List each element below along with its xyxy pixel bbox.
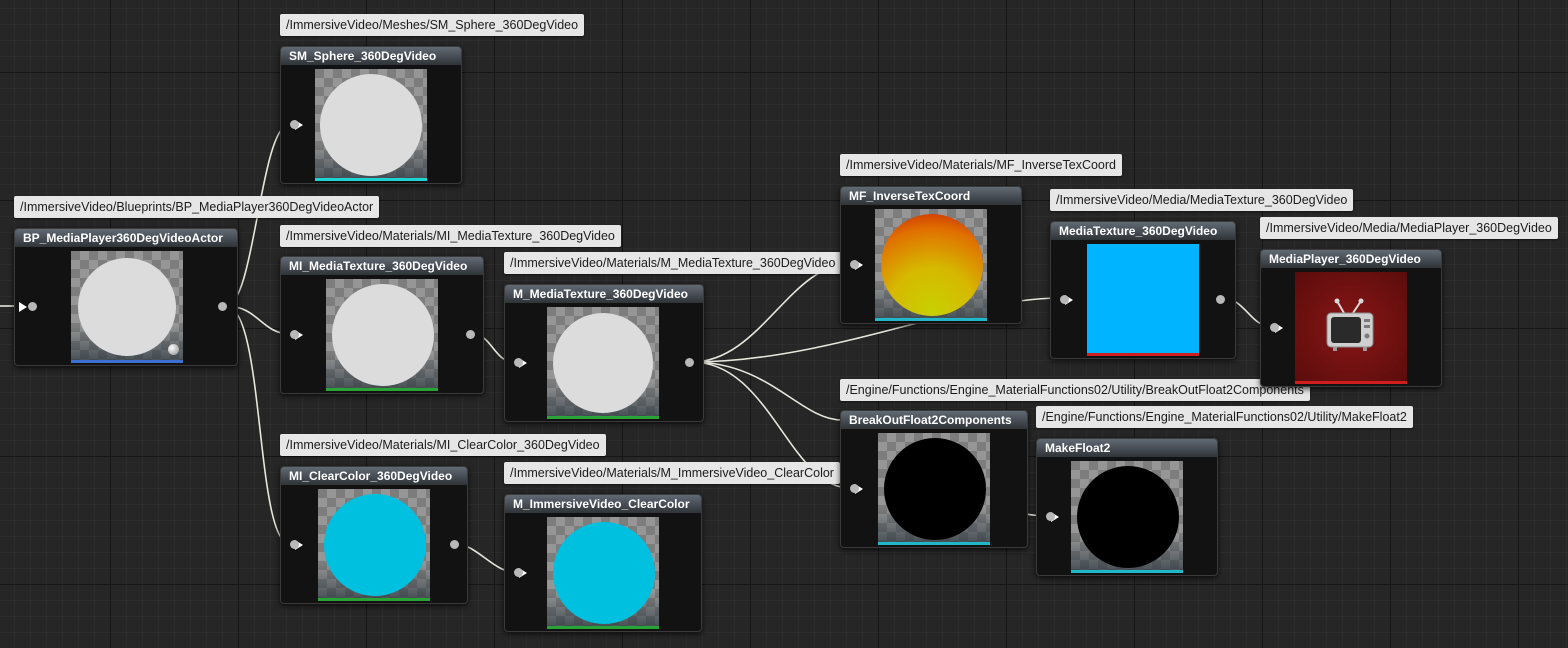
- asset-type-bar: [315, 178, 427, 181]
- asset-type-bar: [547, 626, 659, 629]
- asset-thumbnail: [547, 307, 659, 419]
- path-label-bp: /ImmersiveVideo/Blueprints/BP_MediaPlaye…: [14, 196, 380, 218]
- input-pin[interactable]: [290, 330, 299, 339]
- node-mediaplayer[interactable]: MediaPlayer_360DegVideo: [1260, 249, 1442, 387]
- output-pin[interactable]: [466, 330, 475, 339]
- tv-icon: [1326, 298, 1374, 351]
- node-bp-mediaplayer-actor[interactable]: BP_MediaPlayer360DegVideoActor: [14, 228, 238, 366]
- path-label-mi-clearcolor: /ImmersiveVideo/Materials/MI_ClearColor_…: [280, 434, 606, 456]
- path-label-sm: /ImmersiveVideo/Meshes/SM_Sphere_360DegV…: [280, 14, 585, 36]
- input-pin[interactable]: [290, 540, 299, 549]
- asset-type-bar: [1087, 353, 1199, 356]
- node-breakoutfloat2components[interactable]: BreakOutFloat2Components: [840, 410, 1028, 548]
- asset-thumbnail: [318, 489, 430, 601]
- sphere-preview: [324, 494, 426, 596]
- path-label-breakout: /Engine/Functions/Engine_MaterialFunctio…: [840, 379, 1310, 401]
- sphere-widget-icon: [168, 344, 179, 355]
- path-label-m-clearcolor: /ImmersiveVideo/Materials/M_ImmersiveVid…: [504, 462, 840, 484]
- path-label-mf: /ImmersiveVideo/Materials/MF_InverseTexC…: [840, 154, 1123, 176]
- wire-m-mt-to-mf: [691, 263, 851, 363]
- node-title: MakeFloat2: [1037, 439, 1217, 457]
- node-title: MI_ClearColor_360DegVideo: [281, 467, 467, 485]
- asset-type-bar: [326, 388, 438, 391]
- node-m-clearcolor[interactable]: M_ImmersiveVideo_ClearColor: [504, 494, 702, 632]
- asset-type-bar: [875, 318, 987, 321]
- output-pin[interactable]: [218, 302, 227, 311]
- output-pin[interactable]: [450, 540, 459, 549]
- asset-thumbnail: [1295, 272, 1407, 384]
- sphere-preview: [78, 258, 176, 356]
- sphere-preview: [320, 74, 422, 176]
- node-mi-clearcolor[interactable]: MI_ClearColor_360DegVideo: [280, 466, 468, 604]
- input-pin[interactable]: [1270, 323, 1279, 332]
- asset-thumbnail: [71, 251, 183, 363]
- asset-type-bar: [71, 360, 183, 363]
- input-pin[interactable]: [850, 484, 859, 493]
- path-label-m-mediatexture: /ImmersiveVideo/Materials/M_MediaTexture…: [504, 252, 842, 274]
- node-title: BP_MediaPlayer360DegVideoActor: [15, 229, 237, 247]
- output-pin[interactable]: [1216, 295, 1225, 304]
- sphere-preview: [884, 438, 986, 540]
- node-title: M_MediaTexture_360DegVideo: [505, 285, 703, 303]
- path-label-mediatexture: /ImmersiveVideo/Media/MediaTexture_360De…: [1050, 189, 1354, 211]
- node-title: SM_Sphere_360DegVideo: [281, 47, 461, 65]
- node-sm-sphere[interactable]: SM_Sphere_360DegVideo: [280, 46, 462, 184]
- texture-preview: [1087, 244, 1199, 356]
- node-title: MI_MediaTexture_360DegVideo: [281, 257, 483, 275]
- asset-thumbnail: [878, 433, 990, 545]
- input-pin[interactable]: [850, 260, 859, 269]
- input-pin[interactable]: [1046, 512, 1055, 521]
- input-pin[interactable]: [514, 568, 523, 577]
- node-mediatexture[interactable]: MediaTexture_360DegVideo: [1050, 221, 1236, 359]
- node-title: BreakOutFloat2Components: [841, 411, 1027, 429]
- node-makefloat2[interactable]: MakeFloat2: [1036, 438, 1218, 576]
- sphere-preview: [332, 284, 434, 386]
- exec-pin-arrow-icon[interactable]: [19, 302, 27, 312]
- node-mf-inversetexcoord[interactable]: MF_InverseTexCoord: [840, 186, 1022, 324]
- sphere-preview: [881, 214, 983, 316]
- node-title: MediaPlayer_360DegVideo: [1261, 250, 1441, 268]
- asset-thumbnail: [547, 517, 659, 629]
- sphere-preview: [553, 522, 655, 624]
- sphere-preview: [553, 313, 653, 413]
- asset-thumbnail: [875, 209, 987, 321]
- node-title: MF_InverseTexCoord: [841, 187, 1021, 205]
- node-title: MediaTexture_360DegVideo: [1051, 222, 1235, 240]
- asset-type-bar: [878, 542, 990, 545]
- asset-type-bar: [318, 598, 430, 601]
- node-title: M_ImmersiveVideo_ClearColor: [505, 495, 701, 513]
- asset-type-bar: [547, 416, 659, 419]
- asset-thumbnail: [315, 69, 427, 181]
- path-label-mediaplayer: /ImmersiveVideo/Media/MediaPlayer_360Deg…: [1260, 217, 1558, 239]
- path-label-mi-mediatexture: /ImmersiveVideo/Materials/MI_MediaTextur…: [280, 225, 621, 247]
- asset-type-bar: [1071, 570, 1183, 573]
- input-pin[interactable]: [1060, 295, 1069, 304]
- asset-thumbnail: [326, 279, 438, 391]
- node-m-mediatexture[interactable]: M_MediaTexture_360DegVideo: [504, 284, 704, 422]
- asset-type-bar: [1295, 381, 1407, 384]
- sphere-preview: [1077, 466, 1179, 568]
- wire-m-mt-to-bof-a: [691, 361, 843, 421]
- input-pin[interactable]: [28, 302, 37, 311]
- asset-thumbnail: [1071, 461, 1183, 573]
- input-pin[interactable]: [290, 120, 299, 129]
- path-label-makefloat2: /Engine/Functions/Engine_MaterialFunctio…: [1036, 406, 1413, 428]
- input-pin[interactable]: [514, 358, 523, 367]
- node-mi-mediatexture[interactable]: MI_MediaTexture_360DegVideo: [280, 256, 484, 394]
- output-pin[interactable]: [685, 358, 694, 367]
